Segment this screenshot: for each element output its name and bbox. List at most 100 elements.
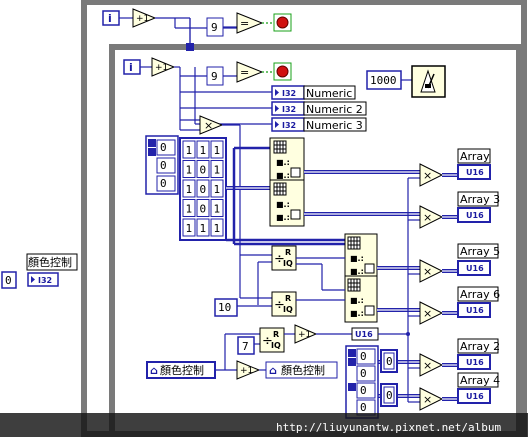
outer-stop-terminal[interactable] <box>273 13 292 32</box>
bottom-index-const-2[interactable]: 0 <box>380 383 398 407</box>
multiply-node-array2[interactable]: × <box>419 353 444 377</box>
index-array-node-4[interactable]: ■.: ■.: <box>344 275 378 323</box>
svg-text:10: 10 <box>218 301 231 314</box>
svg-text:0: 0 <box>5 274 12 287</box>
svg-text:I32: I32 <box>282 121 296 130</box>
matrix-cell-value: 1 <box>186 164 193 177</box>
multiply-node[interactable]: × <box>199 115 224 135</box>
array-indicator-3[interactable]: Array 3 U16 <box>457 191 500 223</box>
svg-text:Array 2: Array 2 <box>460 340 500 353</box>
svg-text:■.:: ■.: <box>276 200 290 209</box>
inner-stop-terminal[interactable] <box>273 62 292 81</box>
svg-text:×: × <box>423 211 432 224</box>
color-control-local-read[interactable]: ⌂ 顏色控制 <box>146 361 216 379</box>
multiply-node-array5[interactable]: × <box>419 259 444 283</box>
u16-convert-node[interactable]: U16 <box>351 327 379 341</box>
svg-text:i: i <box>129 61 133 74</box>
svg-text:Array 6: Array 6 <box>460 288 500 301</box>
svg-text:0: 0 <box>360 401 367 414</box>
quotient-remainder-node-2[interactable]: ÷ R IQ <box>271 291 297 317</box>
plus1-node-color[interactable]: +1 <box>236 360 261 380</box>
svg-text:×: × <box>423 307 432 320</box>
svg-text:I32: I32 <box>38 276 52 285</box>
divisor-const[interactable]: 10 <box>214 298 238 317</box>
numeric-indicator-2[interactable]: I32 Numeric 2 <box>271 101 367 116</box>
svg-text:R: R <box>285 248 291 257</box>
index-array-const[interactable]: 0 0 0 <box>145 135 179 195</box>
matrix-cell-value: 1 <box>214 183 221 196</box>
svg-text:U16: U16 <box>466 264 484 273</box>
seven-const[interactable]: 7 <box>237 336 255 355</box>
svg-text:■.:: ■.: <box>350 296 364 305</box>
array-indicator-5[interactable]: Array 5 U16 <box>457 243 500 276</box>
svg-text:0: 0 <box>160 159 167 172</box>
svg-text:=: = <box>240 17 249 30</box>
svg-text:顏色控制: 顏色控制 <box>281 363 325 377</box>
matrix-cell-value: 0 <box>200 164 207 177</box>
svg-text:0: 0 <box>360 384 367 397</box>
matrix-cell-value: 1 <box>214 164 221 177</box>
outer-iteration-terminal[interactable]: i <box>102 10 120 26</box>
svg-text:IQ: IQ <box>283 305 293 314</box>
index-array-node-3[interactable]: ■.: ■.: <box>344 233 378 281</box>
svg-text:Numeric 2: Numeric 2 <box>306 103 363 116</box>
svg-text:+1: +1 <box>155 63 168 73</box>
svg-text:0: 0 <box>386 355 393 368</box>
index-array-node-2[interactable]: ■.: ■.: <box>269 179 305 227</box>
block-diagram: i +1 9 = i +1 9 = 1000 I32 Numeric I32 N… <box>0 0 528 437</box>
svg-text:×: × <box>423 393 432 406</box>
svg-text:Numeric 3: Numeric 3 <box>306 119 363 132</box>
inner-increment-node[interactable]: +1 <box>151 57 176 77</box>
svg-text:9: 9 <box>211 21 218 34</box>
bottom-index-const-1[interactable]: 0 <box>380 349 398 373</box>
index-array-node-1[interactable]: ■.: ■.: <box>269 137 305 185</box>
numeric-indicator-1[interactable]: I32 Numeric <box>271 85 356 100</box>
color-control-terminal[interactable]: 顏色控制 0 I32 <box>1 253 78 289</box>
outer-increment-node[interactable]: +1 <box>132 8 157 28</box>
multiply-node-array6[interactable]: × <box>419 301 444 325</box>
svg-text:U16: U16 <box>466 392 484 401</box>
array-indicator-4[interactable]: Array 4 U16 <box>457 372 500 404</box>
svg-text:1000: 1000 <box>370 74 397 87</box>
bottom-array-const-left[interactable]: 0 0 0 0 <box>345 345 379 419</box>
color-control-local-write[interactable]: ⌂ 顏色控制 <box>265 361 338 379</box>
matrix-cell-value: 1 <box>186 222 193 235</box>
svg-text:0: 0 <box>386 389 393 402</box>
wait-ms-const[interactable]: 1000 <box>366 70 402 90</box>
multiply-node-array3[interactable]: × <box>419 205 444 229</box>
plus1-node-remainder[interactable]: +1 <box>294 324 318 344</box>
metronome-wait-icon[interactable] <box>411 65 446 98</box>
svg-text:9: 9 <box>211 70 218 83</box>
outer-compare-const[interactable]: 9 <box>206 17 224 37</box>
svg-text:Array: Array <box>460 150 490 163</box>
svg-text:=: = <box>240 66 249 79</box>
multiply-node-array4[interactable]: × <box>419 387 444 411</box>
matrix-const[interactable]: 1 1 11 0 11 0 11 0 11 1 1 <box>179 137 227 241</box>
array-indicator-6[interactable]: Array 6 U16 <box>457 286 500 318</box>
array-indicator-1[interactable]: Array U16 <box>457 148 491 180</box>
matrix-cell-value: 1 <box>200 144 207 157</box>
matrix-cell-value: 1 <box>200 222 207 235</box>
inner-equal-node[interactable]: = <box>236 61 264 83</box>
quotient-remainder-node-3[interactable]: ÷ R IQ <box>259 327 285 353</box>
svg-text:7: 7 <box>242 340 249 353</box>
numeric-indicator-3[interactable]: I32 Numeric 3 <box>271 117 367 132</box>
svg-text:⌂: ⌂ <box>269 364 277 377</box>
multiply-node-array[interactable]: × <box>419 163 444 187</box>
inner-iteration-terminal[interactable]: i <box>123 59 141 75</box>
quotient-remainder-node-1[interactable]: ÷ R IQ <box>271 245 297 271</box>
outer-equal-node[interactable]: = <box>236 12 264 34</box>
inner-compare-const[interactable]: 9 <box>206 66 224 86</box>
matrix-cell-value: 1 <box>214 222 221 235</box>
svg-text:■.:: ■.: <box>350 309 364 318</box>
svg-text:×: × <box>423 359 432 372</box>
svg-text:U16: U16 <box>466 168 484 177</box>
svg-text:■.:: ■.: <box>350 254 364 263</box>
svg-text:×: × <box>423 169 432 182</box>
svg-text:U16: U16 <box>466 211 484 220</box>
array-indicator-2[interactable]: Array 2 U16 <box>457 338 500 370</box>
matrix-cell-value: 1 <box>214 144 221 157</box>
svg-text:R: R <box>285 294 291 303</box>
svg-text:顏色控制: 顏色控制 <box>160 363 204 377</box>
svg-text:U16: U16 <box>466 306 484 315</box>
